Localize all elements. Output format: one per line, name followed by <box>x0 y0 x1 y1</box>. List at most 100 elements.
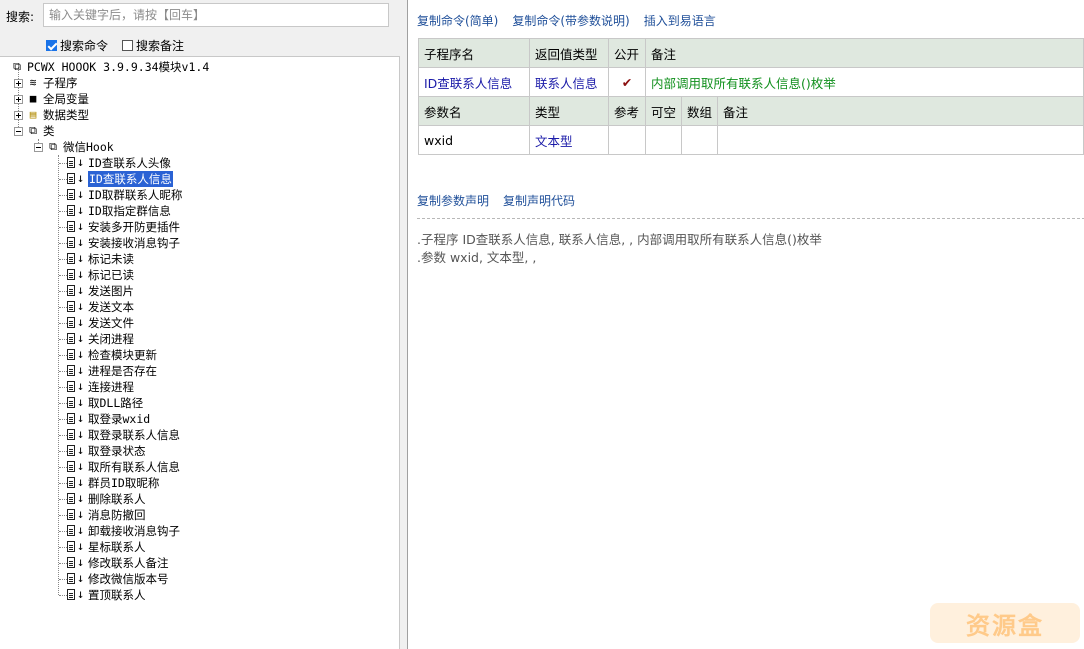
tree-method-item[interactable]: ↓ 安装接收消息钩子 <box>67 235 180 251</box>
method-icon: ↓ <box>67 571 85 585</box>
method-label: 修改联系人备注 <box>88 556 169 570</box>
splitter[interactable] <box>400 0 407 649</box>
search-input[interactable] <box>43 3 389 27</box>
tree-connector <box>59 291 67 292</box>
search-command-checkbox[interactable]: 搜索命令 <box>46 37 108 54</box>
search-command-label: 搜索命令 <box>60 39 109 53</box>
tree-node-label: 数据类型 <box>43 108 89 122</box>
tree-root[interactable]: ⧉ PCWX HOOOK 3.9.9.34模块v1.4 <box>10 59 209 75</box>
tree-method-item[interactable]: ↓ 卸载接收消息钩子 <box>67 523 180 539</box>
method-label: 取登录联系人信息 <box>88 428 180 442</box>
tree-node-class[interactable]: ⧉ 类 <box>14 123 55 139</box>
tree-node-data-type[interactable]: ▤ 数据类型 <box>14 107 89 123</box>
tree-method-item[interactable]: ↓ 修改微信版本号 <box>67 571 169 587</box>
search-note-label: 搜索备注 <box>136 39 185 53</box>
tree-connector <box>59 451 67 452</box>
method-label: ID取指定群信息 <box>88 204 171 218</box>
tree-root-label: PCWX HOOOK 3.9.9.34模块v1.4 <box>27 60 210 74</box>
method-label: 取登录wxid <box>88 412 151 426</box>
method-label: 星标联系人 <box>88 540 146 554</box>
header-cell: 数组 <box>681 96 719 126</box>
tree-method-item[interactable]: ↓ 取所有联系人信息 <box>67 459 180 475</box>
tree-method-item[interactable]: ↓ 取登录wxid <box>67 411 150 427</box>
method-icon: ↓ <box>67 539 85 553</box>
database-icon: ■ <box>29 92 37 105</box>
method-label: ID查联系人信息 <box>88 171 173 187</box>
tree-method-item[interactable]: ↓ 检查模块更新 <box>67 347 157 363</box>
method-icon: ↓ <box>67 155 85 169</box>
method-label: 安装接收消息钩子 <box>88 236 180 250</box>
tree-node-wechat-hook[interactable]: ⧉ 微信Hook <box>34 139 114 155</box>
tree-method-item[interactable]: ↓ 修改联系人备注 <box>67 555 169 571</box>
method-label: 删除联系人 <box>88 492 146 506</box>
insert-to-eyuyan-link[interactable]: 插入到易语言 <box>644 12 716 29</box>
method-icon: ↓ <box>67 363 85 377</box>
class-icon: ⧉ <box>49 140 57 153</box>
return-type-cell: 联系人信息 <box>529 67 609 97</box>
expand-plus-icon[interactable] <box>14 78 23 88</box>
tree-method-item[interactable]: ↓ 星标联系人 <box>67 539 146 555</box>
module-tree[interactable]: ⧉ PCWX HOOOK 3.9.9.34模块v1.4 ≋ 子程序 ■ 全局变量… <box>0 56 400 649</box>
collapse-minus-icon[interactable] <box>34 142 43 152</box>
method-label: 卸载接收消息钩子 <box>88 524 180 538</box>
tree-method-item[interactable]: ↓ 发送文件 <box>67 315 134 331</box>
tree-node-global-var[interactable]: ■ 全局变量 <box>14 91 89 107</box>
divider <box>417 218 1084 219</box>
tree-connector <box>58 155 59 595</box>
method-icon: ↓ <box>67 379 85 393</box>
param-nullable-cell <box>644 125 683 155</box>
tree-connector <box>59 323 67 324</box>
search-note-checkbox[interactable]: 搜索备注 <box>122 37 184 54</box>
module-icon: ⧉ <box>13 60 21 73</box>
tree-method-item[interactable]: ↓ ID查联系人头像 <box>67 155 171 171</box>
tree-method-item[interactable]: ↓ 置顶联系人 <box>67 587 146 603</box>
tree-method-item[interactable]: ↓ 关闭进程 <box>67 331 134 347</box>
tree-method-item[interactable]: ↓ 标记已读 <box>67 267 134 283</box>
tree-method-item[interactable]: ↓ 标记未读 <box>67 251 134 267</box>
command-links: 复制命令(简单) 复制命令(带参数说明) 插入到易语言 <box>417 12 716 29</box>
method-icon: ↓ <box>67 251 85 265</box>
param-ref-cell <box>608 125 646 155</box>
code-line: .参数 wxid, 文本型, , <box>417 250 537 265</box>
tree-method-item[interactable]: ↓ ID取群联系人昵称 <box>67 187 182 203</box>
tree-method-item[interactable]: ↓ 取登录联系人信息 <box>67 427 180 443</box>
checkbox-checked-icon <box>46 40 57 51</box>
header-cell: 可空 <box>644 96 683 126</box>
collapse-minus-icon[interactable] <box>14 126 23 136</box>
copy-command-detailed-link[interactable]: 复制命令(带参数说明) <box>512 12 629 29</box>
expand-plus-icon[interactable] <box>14 110 23 120</box>
method-label: 检查模块更新 <box>88 348 157 362</box>
datatype-icon: ▤ <box>29 108 37 121</box>
tree-method-item[interactable]: ↓ 进程是否存在 <box>67 363 157 379</box>
table-row: ID查联系人信息 联系人信息 ✔ 内部调用取所有联系人信息()枚举 <box>418 67 1084 97</box>
header-cell: 备注 <box>717 96 1084 126</box>
header-cell: 类型 <box>529 96 609 126</box>
copy-declaration-code-link[interactable]: 复制声明代码 <box>503 192 575 209</box>
tree-method-item[interactable]: ↓ 取登录状态 <box>67 443 146 459</box>
method-icon: ↓ <box>67 347 85 361</box>
method-icon: ↓ <box>67 331 85 345</box>
method-label: 发送文本 <box>88 300 134 314</box>
expand-plus-icon[interactable] <box>14 94 23 104</box>
tree-connector <box>59 547 67 548</box>
tree-method-item[interactable]: ↓ 发送文本 <box>67 299 134 315</box>
tree-method-item[interactable]: ↓ 消息防撤回 <box>67 507 146 523</box>
tree-method-item[interactable]: ↓ 安装多开防更插件 <box>67 219 180 235</box>
tree-method-item[interactable]: ↓ ID查联系人信息 <box>67 171 173 187</box>
header-cell: 返回值类型 <box>529 38 609 68</box>
method-icon: ↓ <box>67 427 85 441</box>
tree-method-item[interactable]: ↓ 发送图片 <box>67 283 134 299</box>
tree-method-item[interactable]: ↓ 群员ID取昵称 <box>67 475 159 491</box>
tree-method-item[interactable]: ↓ 删除联系人 <box>67 491 146 507</box>
copy-param-declaration-link[interactable]: 复制参数声明 <box>417 192 489 209</box>
declaration-code: .子程序 ID查联系人信息, 联系人信息, , 内部调用取所有联系人信息()枚举… <box>417 231 822 267</box>
search-options: 搜索命令 搜索备注 <box>0 32 400 56</box>
method-label: 关闭进程 <box>88 332 134 346</box>
tree-method-item[interactable]: ↓ 连接进程 <box>67 379 134 395</box>
table-header-row: 参数名 类型 参考 可空 数组 备注 <box>418 96 1084 126</box>
method-icon: ↓ <box>67 315 85 329</box>
copy-command-simple-link[interactable]: 复制命令(简单) <box>417 12 498 29</box>
tree-method-item[interactable]: ↓ ID取指定群信息 <box>67 203 171 219</box>
tree-node-subprogram[interactable]: ≋ 子程序 <box>14 75 78 91</box>
tree-method-item[interactable]: ↓ 取DLL路径 <box>67 395 143 411</box>
